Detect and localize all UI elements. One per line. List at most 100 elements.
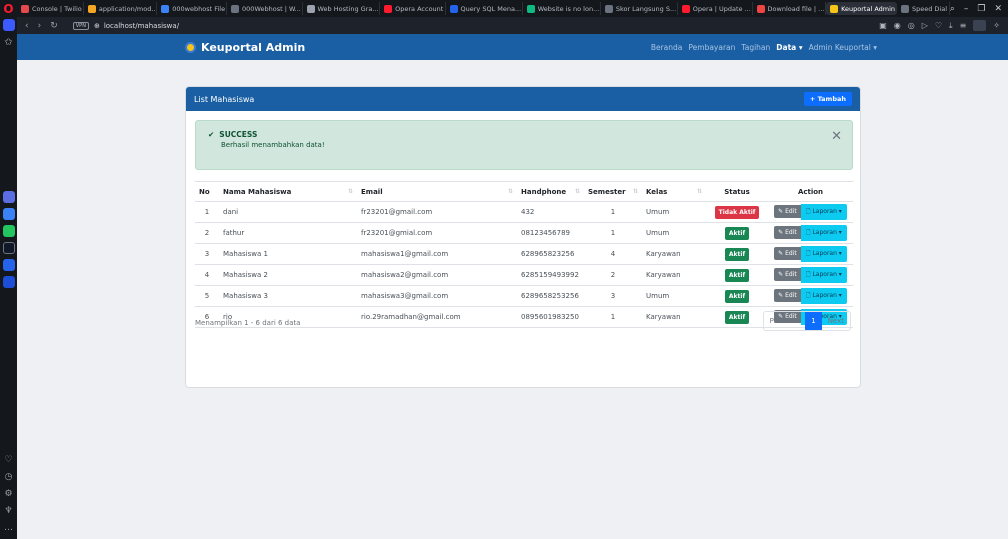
star-icon[interactable]: ✩	[4, 37, 12, 48]
pin-icon[interactable]: ♆	[4, 506, 12, 516]
laporan-dropdown-button[interactable]: 🗋 Laporan ▾	[800, 246, 847, 262]
laporan-dropdown-button[interactable]: 🗋 Laporan ▾	[800, 267, 847, 283]
sidebar-apps	[2, 191, 15, 288]
col-email[interactable]: Email ⇅	[357, 181, 517, 202]
tab-label: application/mod..	[98, 4, 156, 13]
settings-icon[interactable]: ⚙	[4, 489, 12, 499]
edit-button[interactable]: ✎ Edit	[774, 247, 801, 260]
browser-tab[interactable]: Console | Twilio	[17, 2, 84, 15]
cell-hp: 08123456789	[517, 222, 584, 244]
page-1-button[interactable]: 1	[805, 312, 822, 330]
opera-logo-icon[interactable]: O	[0, 0, 17, 17]
col-no[interactable]: No	[195, 181, 219, 202]
browser-tab[interactable]: Query SQL Mena...	[446, 2, 523, 15]
nav-admin[interactable]: Admin Keuportal ▾	[809, 43, 877, 52]
browser-tab[interactable]: 000Webhost | W...	[227, 2, 303, 15]
browser-tab[interactable]: Download file | ...	[753, 2, 827, 15]
cell-hp: 628965823256	[517, 243, 584, 265]
reload-icon[interactable]: ↻	[50, 21, 58, 31]
col-action[interactable]: Action	[768, 181, 853, 202]
laporan-dropdown-button[interactable]: 🗋 Laporan ▾	[800, 204, 847, 220]
download-icon[interactable]: ⤓	[949, 21, 953, 31]
mahasiswa-card: List Mahasiswa + Tambah ✔ SUCCESS Berhasi…	[185, 86, 861, 388]
browser-tab[interactable]: Skor Langsung S...	[601, 2, 678, 15]
cell-semester: 4	[584, 243, 642, 265]
nav-tagihan[interactable]: Tagihan	[741, 43, 770, 52]
close-window-icon[interactable]: ✕	[994, 4, 1002, 14]
col-status[interactable]: Status	[706, 181, 768, 202]
aria-app-icon[interactable]	[2, 191, 15, 203]
nav-beranda[interactable]: Beranda	[651, 43, 683, 52]
back-icon[interactable]: ‹	[25, 21, 29, 31]
edit-button[interactable]: ✎ Edit	[774, 205, 801, 218]
col-handphone[interactable]: Handphone ⇅	[517, 181, 584, 202]
browser-tab[interactable]: 000webhost File	[157, 2, 228, 15]
sort-icon: ⇅	[347, 188, 353, 195]
history-icon[interactable]: ◷	[5, 472, 13, 482]
url-field[interactable]: VPN ⊕ localhost/mahasiswa/	[72, 21, 179, 30]
heart-sidebar-icon[interactable]: ♡	[4, 455, 12, 465]
status-badge: Aktif	[724, 247, 750, 261]
url-text[interactable]: localhost/mahasiswa/	[104, 22, 179, 30]
browser-tab[interactable]: application/mod..	[84, 2, 158, 15]
card-title: List Mahasiswa	[194, 94, 255, 104]
nav-data[interactable]: Data ▾	[776, 43, 802, 52]
edit-button[interactable]: ✎ Edit	[774, 289, 801, 302]
heart-icon[interactable]: ♡	[935, 21, 942, 30]
tab-label: Opera Account	[395, 4, 444, 13]
workspace-icon[interactable]	[2, 19, 15, 31]
status-badge: Aktif	[724, 268, 750, 282]
cell-semester: 1	[584, 222, 642, 244]
messenger-icon[interactable]	[2, 208, 15, 220]
play-icon[interactable]: ▷	[922, 21, 928, 30]
minimize-icon[interactable]: –	[964, 4, 969, 14]
nav-pembayaran[interactable]: Pembayaran	[688, 43, 735, 52]
whatsapp-icon[interactable]	[2, 225, 15, 237]
add-button[interactable]: + Tambah	[803, 92, 852, 106]
next-page-button[interactable]: Next	[822, 312, 850, 330]
camera-icon[interactable]: ◉	[894, 21, 901, 30]
laporan-dropdown-button[interactable]: 🗋 Laporan ▾	[800, 288, 847, 304]
sort-icon: ⇅	[574, 188, 580, 195]
laporan-dropdown-button[interactable]: 🗋 Laporan ▾	[800, 225, 847, 241]
aria-icon[interactable]: ✧	[993, 21, 1000, 30]
brand-title: Keuportal Admin	[201, 40, 306, 54]
prev-page-button[interactable]: Previous	[764, 312, 806, 330]
browser-tab[interactable]: Keuportal Admin	[826, 2, 897, 15]
mahasiswa-table: No Nama Mahasiswa ⇅ Email ⇅ Handphone ⇅ Sem…	[195, 181, 853, 328]
laporan-label: Laporan ▾	[812, 250, 842, 257]
browser-tab[interactable]: Speed Dial	[897, 2, 950, 15]
sidebar-bottom: ♡ ◷ ⚙ ♆ …	[4, 455, 13, 533]
brand[interactable]: Keuportal Admin	[185, 41, 305, 54]
browser-tab[interactable]: Website is no lon...	[523, 2, 601, 15]
edit-button[interactable]: ✎ Edit	[774, 226, 801, 239]
tiktok-icon[interactable]	[2, 242, 15, 254]
browser-tab[interactable]: Opera Account	[380, 2, 446, 15]
snapshot-icon[interactable]: ▣	[879, 21, 887, 30]
browser-tab[interactable]: Web Hosting Gra...	[303, 2, 381, 15]
player-icon[interactable]	[2, 276, 15, 288]
col-semester[interactable]: Semester ⇅	[584, 181, 642, 202]
browser-tab[interactable]: Opera | Update ...	[678, 2, 753, 15]
col-kelas[interactable]: Kelas ⇅	[642, 181, 706, 202]
close-icon[interactable]: ✕	[831, 129, 842, 144]
more-icon[interactable]: …	[4, 523, 13, 533]
vpn-badge[interactable]: VPN	[72, 21, 89, 30]
cell-email: mahasiswa1@gmail.com	[357, 243, 517, 265]
card-header: List Mahasiswa + Tambah	[186, 87, 860, 111]
col-nama[interactable]: Nama Mahasiswa ⇅	[219, 181, 357, 202]
tab-label: Speed Dial	[911, 4, 947, 13]
cell-semester: 1	[584, 306, 642, 328]
edit-button[interactable]: ✎ Edit	[774, 268, 801, 281]
edit-label: Edit	[785, 271, 797, 278]
restore-icon[interactable]: ❐	[977, 4, 985, 14]
wallet-icon[interactable]: ◎	[908, 21, 915, 30]
cell-hp: 432	[517, 201, 584, 223]
cell-kelas: Umum	[642, 222, 706, 244]
vk-icon[interactable]	[2, 259, 15, 271]
nav-menu: Beranda Pembayaran Tagihan Data ▾ Admin …	[651, 43, 877, 52]
menu-icon[interactable]: ≡	[960, 21, 967, 30]
profile-icon[interactable]	[973, 20, 987, 31]
forward-icon[interactable]: ›	[38, 21, 42, 31]
search-tabs-icon[interactable]: ⌕	[950, 4, 955, 14]
